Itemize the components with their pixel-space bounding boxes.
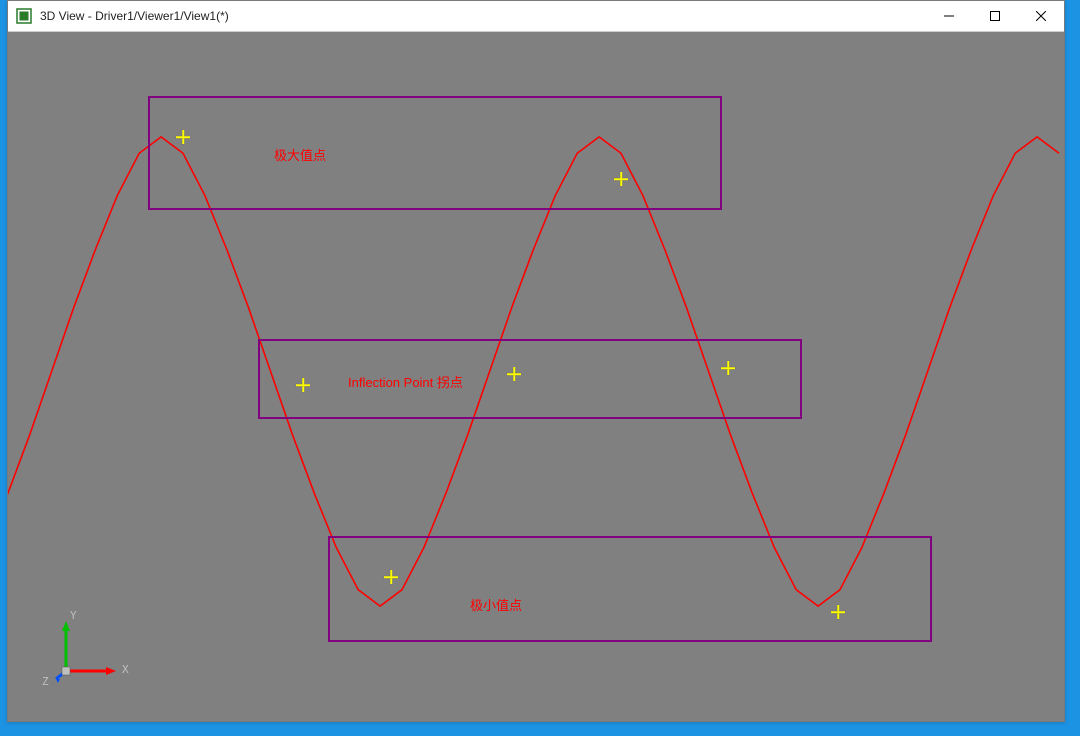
app-icon	[16, 8, 32, 24]
marker-cross-icon	[614, 172, 628, 186]
annotation-label-inflection: Inflection Point 拐点	[348, 372, 463, 391]
annotation-box-inflection	[258, 339, 802, 419]
marker-cross-icon	[507, 367, 521, 381]
maximize-button[interactable]	[972, 1, 1018, 31]
marker-cross-icon	[721, 361, 735, 375]
axis-label-y: Y	[70, 609, 77, 622]
axis-label-x: X	[122, 663, 129, 676]
annotation-label-minima: 极小值点	[470, 595, 522, 614]
titlebar-left: 3D View - Driver1/Viewer1/View1(*)	[8, 8, 229, 24]
marker-cross-icon	[296, 378, 310, 392]
annotation-label-maxima: 极大值点	[274, 145, 326, 164]
marker-cross-icon	[176, 130, 190, 144]
marker-cross-icon	[384, 570, 398, 584]
window-title: 3D View - Driver1/Viewer1/View1(*)	[40, 9, 229, 23]
minimize-button[interactable]	[926, 1, 972, 31]
sine-curve	[8, 32, 1064, 721]
marker-cross-icon	[831, 605, 845, 619]
annotation-box-minima	[328, 536, 932, 642]
viewport-3d[interactable]: 极大值点 Inflection Point 拐点 极小值点 X	[8, 31, 1064, 721]
titlebar[interactable]: 3D View - Driver1/Viewer1/View1(*)	[8, 1, 1064, 31]
window-controls	[926, 1, 1064, 31]
app-window: 3D View - Driver1/Viewer1/View1(*) 极大值点 …	[7, 0, 1065, 722]
orientation-gizmo: X Y Z	[46, 609, 136, 689]
close-button[interactable]	[1018, 1, 1064, 31]
axis-label-z: Z	[42, 675, 49, 688]
annotation-box-maxima	[148, 96, 722, 210]
